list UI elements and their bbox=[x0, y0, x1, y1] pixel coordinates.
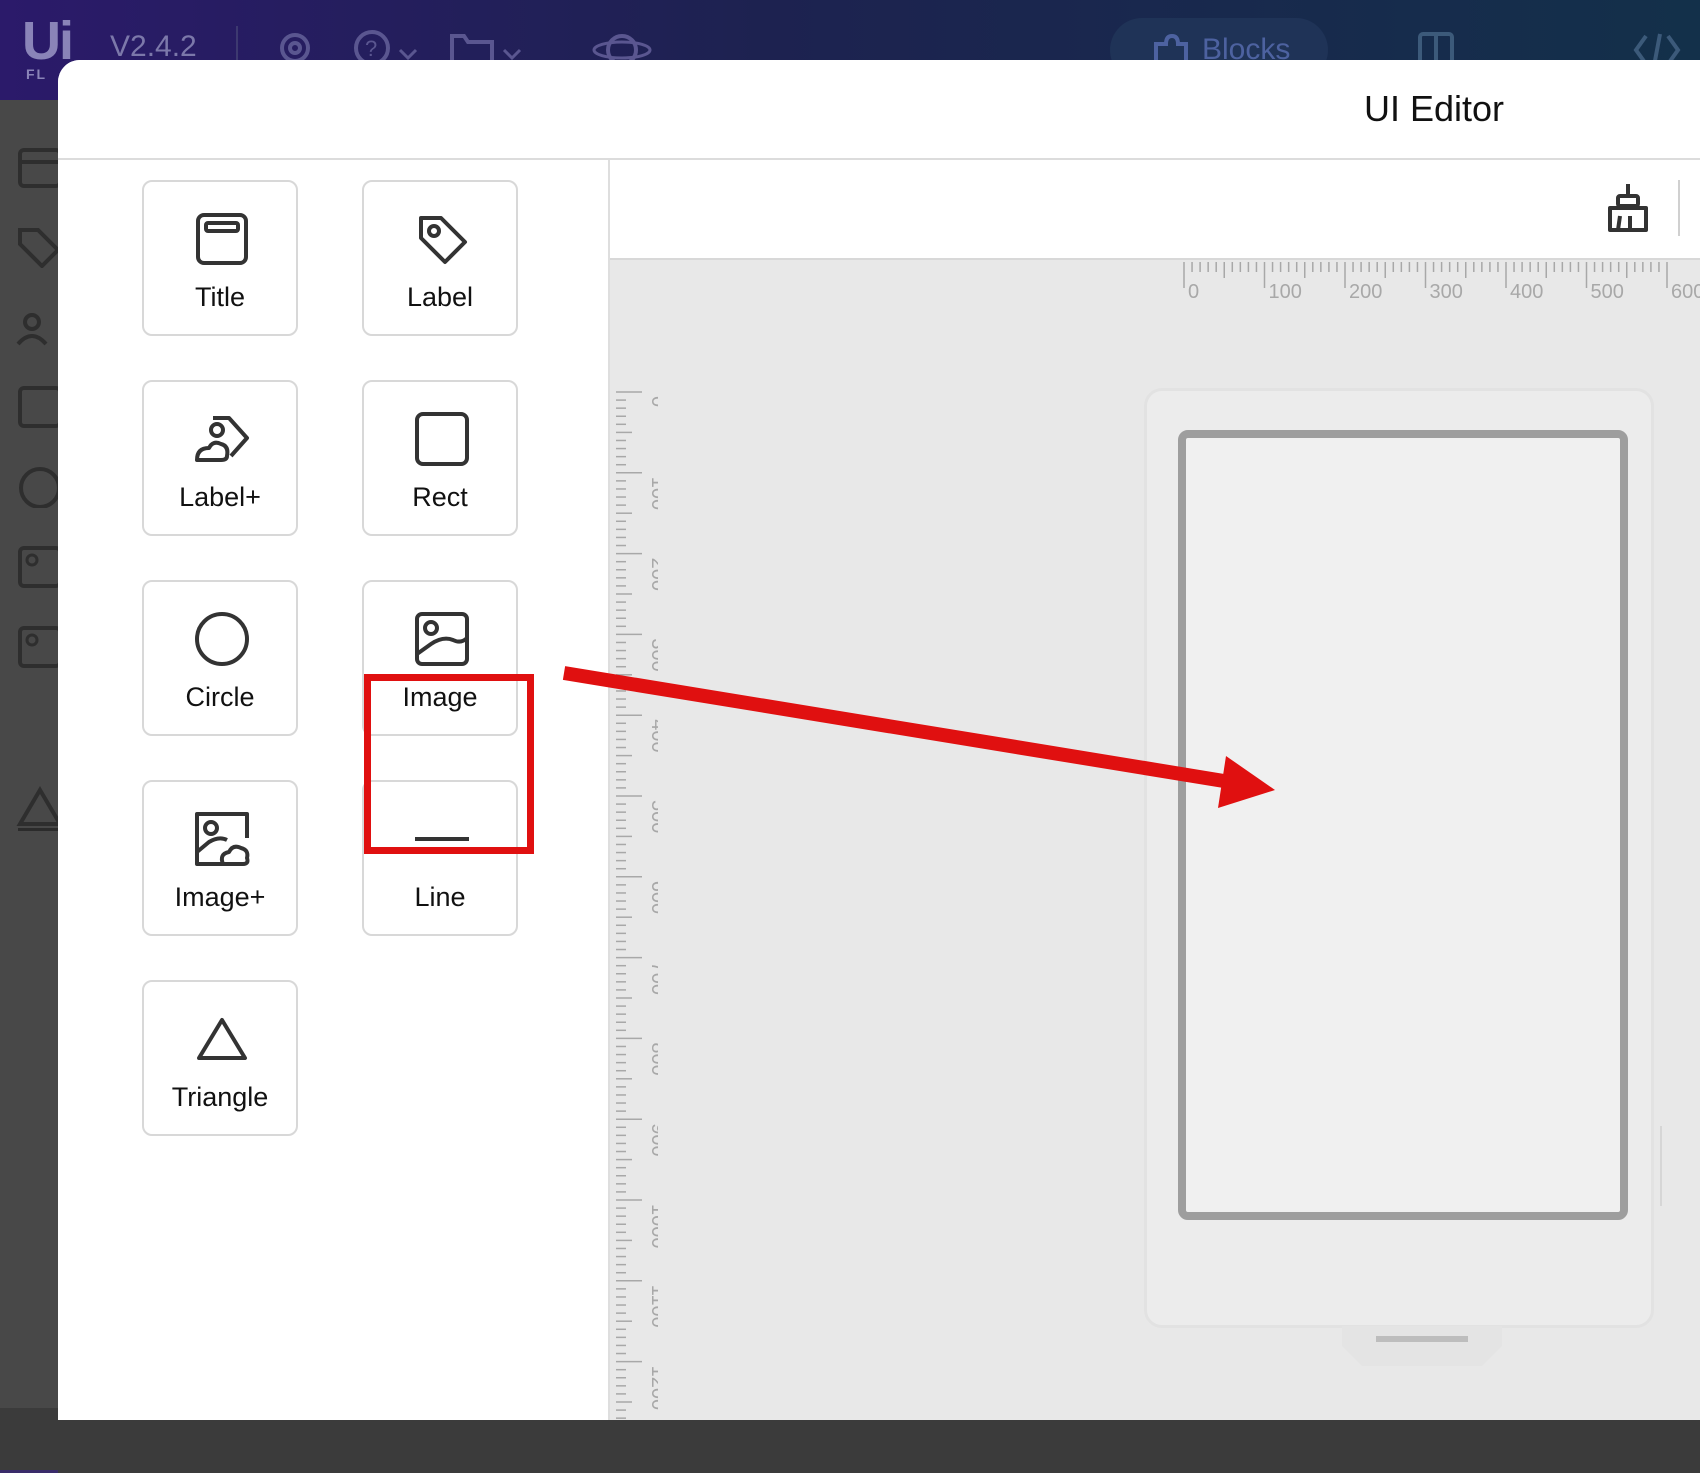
ruler-label: 400 bbox=[1510, 281, 1543, 303]
image-plus-icon[interactable] bbox=[16, 624, 60, 668]
image-icon[interactable] bbox=[16, 544, 60, 588]
palette-item-circle[interactable]: Circle bbox=[142, 580, 298, 736]
modal-title: UI Editor bbox=[1364, 88, 1505, 129]
ruler-label: 500 bbox=[1591, 281, 1624, 303]
tag-icon bbox=[419, 216, 467, 264]
device-stand bbox=[1342, 1326, 1502, 1366]
modal-header: UI Editor bbox=[58, 60, 1700, 160]
ruler-label: 700 bbox=[647, 962, 658, 995]
rect-icon[interactable] bbox=[16, 384, 60, 428]
broom-icon[interactable] bbox=[1602, 182, 1654, 234]
svg-text:?: ? bbox=[365, 36, 377, 61]
ui-editor-modal: UI Editor Title Label Label+ Rect Circle… bbox=[58, 60, 1700, 1420]
triangle-icon[interactable] bbox=[16, 784, 60, 828]
rect-icon bbox=[415, 412, 469, 466]
palette-item-label: Rect bbox=[412, 482, 468, 512]
app-logo-sub: FL bbox=[26, 66, 48, 82]
palette-item-label: Label bbox=[406, 282, 474, 312]
app-version: V2.4.2 bbox=[110, 30, 197, 63]
ruler-label: 1000 bbox=[647, 1204, 658, 1249]
image-plus-icon bbox=[195, 812, 250, 866]
app-sidebar bbox=[0, 100, 60, 1473]
palette-item-label: Title bbox=[194, 282, 245, 312]
ruler-label: 1200 bbox=[647, 1366, 658, 1411]
ruler-label: 600 bbox=[1671, 281, 1700, 303]
editor-canvas[interactable]: 0 100 200 300 400 500 600 0 100 200 300 400 500 600 7… bbox=[610, 160, 1700, 1420]
title-window-icon bbox=[196, 213, 248, 265]
ruler-label: 1100 bbox=[647, 1285, 658, 1328]
topbar-divider bbox=[236, 26, 238, 62]
circle-icon[interactable] bbox=[16, 464, 60, 508]
ruler-label: 200 bbox=[647, 558, 658, 591]
tag-icon[interactable] bbox=[16, 224, 60, 268]
triangle-icon bbox=[197, 1018, 247, 1060]
device-screen[interactable] bbox=[1178, 430, 1628, 1220]
palette-item-triangle[interactable]: Triangle bbox=[142, 980, 298, 1136]
ruler-label: 600 bbox=[647, 881, 658, 914]
line-icon[interactable] bbox=[18, 828, 60, 831]
title-window-icon[interactable] bbox=[16, 146, 60, 190]
label-plus-icon bbox=[195, 416, 249, 462]
ruler-label: 800 bbox=[647, 1042, 658, 1075]
ruler-label: 0 bbox=[1188, 281, 1199, 303]
ruler-label: 100 bbox=[647, 477, 658, 510]
image-icon bbox=[415, 612, 469, 666]
ruler-label: 100 bbox=[1269, 281, 1302, 303]
palette-item-label: Triangle bbox=[171, 1082, 269, 1112]
highlight-box bbox=[364, 674, 534, 854]
vertical-ruler: 0 100 200 300 400 500 600 700 800 900 1000 1100 1200 bbox=[616, 391, 658, 1419]
ruler-label: 200 bbox=[1349, 281, 1382, 303]
circle-icon bbox=[195, 612, 249, 666]
palette-item-rect[interactable]: Rect bbox=[362, 380, 518, 536]
palette-item-label: Circle bbox=[185, 682, 255, 712]
ruler-label: 0 bbox=[647, 396, 658, 407]
palette-item-label: Label+ bbox=[179, 482, 261, 512]
ruler-label: 300 bbox=[647, 638, 658, 671]
ruler-label: 300 bbox=[1430, 281, 1463, 303]
toolbar-divider bbox=[1678, 180, 1680, 236]
palette-item-label-tool[interactable]: Label bbox=[362, 180, 518, 336]
palette-item-label: Line bbox=[414, 882, 466, 912]
palette-item-label: Image+ bbox=[174, 882, 266, 912]
palette-item-label-plus[interactable]: Label+ bbox=[142, 380, 298, 536]
canvas-toolbar bbox=[610, 160, 1700, 260]
ruler-label: 400 bbox=[647, 719, 658, 752]
palette-item-title[interactable]: Title bbox=[142, 180, 298, 336]
palette-item-image-plus[interactable]: Image+ bbox=[142, 780, 298, 936]
component-palette: Title Label Label+ Rect Circle Image Ima… bbox=[58, 160, 610, 1420]
label-plus-icon[interactable] bbox=[16, 304, 60, 348]
ruler-label: 500 bbox=[647, 800, 658, 833]
horizontal-ruler: 0 100 200 300 400 500 600 bbox=[1183, 262, 1700, 303]
device-edge bbox=[1660, 1126, 1662, 1206]
ruler-label: 900 bbox=[647, 1123, 658, 1156]
